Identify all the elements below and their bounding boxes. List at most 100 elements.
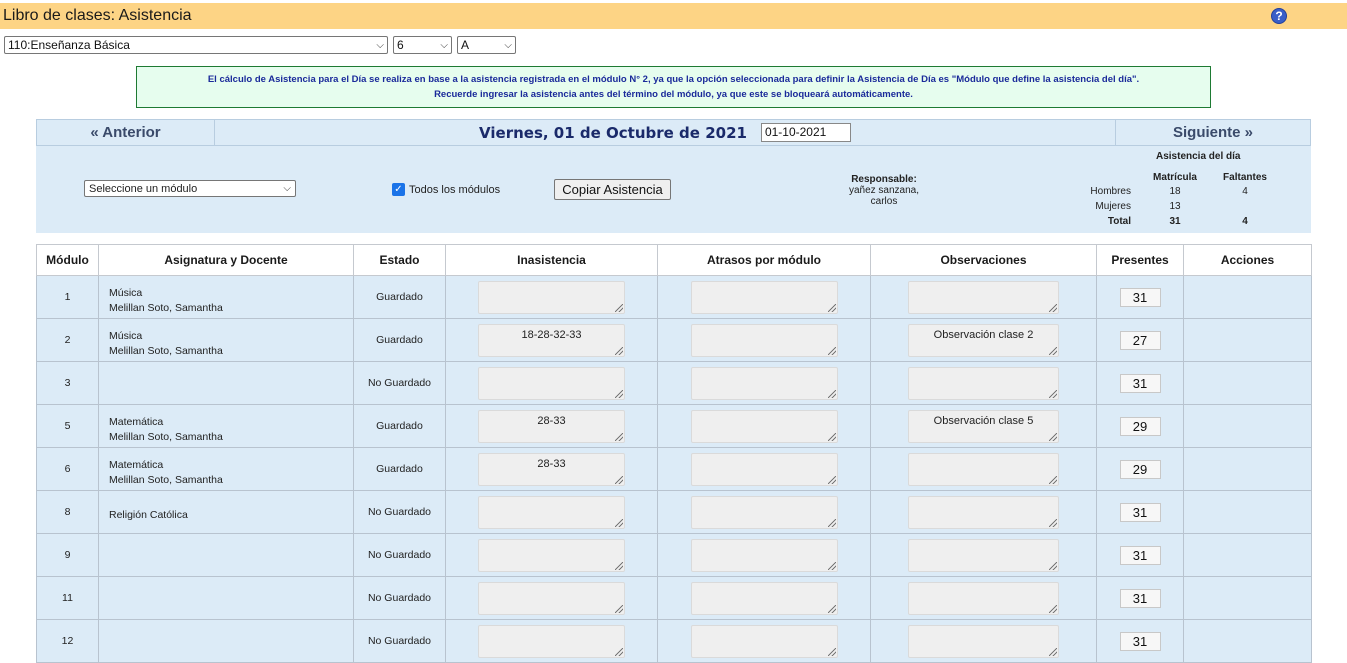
resize-grip-icon[interactable]	[1049, 346, 1057, 355]
status-cell: Guardado	[353, 275, 446, 319]
observations-cell	[870, 619, 1097, 663]
observations-textarea[interactable]	[908, 538, 1059, 572]
absences-textarea[interactable]	[478, 280, 625, 314]
delays-textarea[interactable]	[690, 366, 838, 400]
resize-grip-icon[interactable]	[1049, 432, 1057, 441]
next-day-button[interactable]: Siguiente »	[1115, 120, 1310, 145]
absences-textarea[interactable]: 28-33	[478, 409, 625, 443]
delays-textarea[interactable]	[690, 280, 838, 314]
resize-grip-icon[interactable]	[827, 604, 836, 613]
copy-attendance-button[interactable]: Copiar Asistencia	[554, 179, 671, 200]
delays-cell	[657, 404, 871, 448]
resize-grip-icon[interactable]	[827, 475, 836, 484]
resize-grip-icon[interactable]	[1049, 389, 1057, 398]
absences-textarea[interactable]: 28-33	[478, 452, 625, 486]
subject-name: Matemática	[109, 415, 164, 428]
actions-cell	[1183, 490, 1312, 534]
resize-grip-icon[interactable]	[615, 346, 623, 355]
resize-grip-icon[interactable]	[615, 561, 623, 570]
absences-value: 18-28-32-33	[521, 328, 582, 341]
resize-grip-icon[interactable]	[615, 303, 623, 312]
present-count: 31	[1119, 502, 1161, 522]
present-cell: 29	[1096, 447, 1184, 491]
table-row: 2 Música Melillan Soto, Samantha Guardado 18…	[36, 318, 1312, 362]
resize-grip-icon[interactable]	[615, 604, 623, 613]
delays-textarea[interactable]	[690, 538, 838, 572]
resize-grip-icon[interactable]	[827, 518, 836, 527]
summary-matricula: 31	[1169, 216, 1181, 227]
observations-textarea[interactable]: Observación clase 5	[908, 409, 1059, 443]
status-cell: No Guardado	[353, 576, 446, 620]
resize-grip-icon[interactable]	[827, 561, 836, 570]
delays-textarea[interactable]	[690, 452, 838, 486]
teacher-name: Melillan Soto, Samantha	[109, 473, 223, 486]
matricula-header: Matrícula	[1153, 172, 1197, 183]
table-row: 8 Religión Católica No Guardado 31	[36, 490, 1312, 534]
module-select[interactable]: Seleccione un módulo ⌵	[84, 180, 296, 197]
observations-textarea[interactable]	[908, 366, 1059, 400]
date-input[interactable]: 01-10-2021	[760, 123, 851, 142]
resize-grip-icon[interactable]	[827, 303, 836, 312]
delays-textarea[interactable]	[690, 581, 838, 615]
absences-textarea[interactable]	[478, 495, 625, 529]
delays-cell	[657, 447, 871, 491]
observations-textarea[interactable]	[908, 624, 1059, 658]
teacher-name: Melillan Soto, Samantha	[109, 430, 223, 443]
resize-grip-icon[interactable]	[615, 475, 623, 484]
level-select[interactable]: 6 ⌵	[393, 36, 452, 54]
absences-textarea[interactable]: 18-28-32-33	[478, 323, 625, 357]
status-cell: Guardado	[353, 318, 446, 362]
present-cell: 31	[1096, 490, 1184, 534]
column-header: Asignatura y Docente	[98, 244, 354, 276]
absences-textarea[interactable]	[478, 581, 625, 615]
absences-value: 28-33	[537, 457, 566, 470]
resize-grip-icon[interactable]	[827, 389, 836, 398]
absences-cell: 28-33	[445, 404, 658, 448]
subject-teacher-cell: Religión Católica	[98, 490, 354, 534]
teacher-name: Melillan Soto, Samantha	[109, 344, 223, 357]
delays-cell	[657, 490, 871, 534]
delays-textarea[interactable]	[690, 495, 838, 529]
all-modules-checkbox[interactable]: ✓	[392, 183, 405, 196]
observations-textarea[interactable]	[908, 280, 1059, 314]
summary-row-label: Hombres	[1090, 186, 1131, 197]
delays-textarea[interactable]	[690, 323, 838, 357]
observations-textarea[interactable]: Observación clase 2	[908, 323, 1059, 357]
summary-matricula: 18	[1169, 186, 1181, 197]
resize-grip-icon[interactable]	[615, 647, 623, 656]
course-select[interactable]: 110:Enseñanza Básica ⌵	[4, 36, 388, 54]
observations-textarea[interactable]	[908, 452, 1059, 486]
resize-grip-icon[interactable]	[1049, 475, 1057, 484]
resize-grip-icon[interactable]	[1049, 518, 1057, 527]
observations-textarea[interactable]	[908, 495, 1059, 529]
module-number: 8	[36, 490, 99, 534]
subject-name: Música	[109, 329, 143, 342]
resize-grip-icon[interactable]	[1049, 303, 1057, 312]
resize-grip-icon[interactable]	[615, 389, 623, 398]
resize-grip-icon[interactable]	[827, 432, 836, 441]
delays-cell	[657, 318, 871, 362]
delays-textarea[interactable]	[690, 624, 838, 658]
resize-grip-icon[interactable]	[827, 346, 836, 355]
resize-grip-icon[interactable]	[1049, 561, 1057, 570]
summary-row-label: Mujeres	[1095, 201, 1131, 212]
resize-grip-icon[interactable]	[615, 518, 623, 527]
subject-teacher-cell	[98, 619, 354, 663]
absences-textarea[interactable]	[478, 366, 625, 400]
help-icon[interactable]: ?	[1271, 8, 1287, 24]
resize-grip-icon[interactable]	[1049, 604, 1057, 613]
observations-cell: Observación clase 5	[870, 404, 1097, 448]
resize-grip-icon[interactable]	[827, 647, 836, 656]
status-cell: No Guardado	[353, 533, 446, 577]
absences-textarea[interactable]	[478, 538, 625, 572]
resize-grip-icon[interactable]	[1049, 647, 1057, 656]
observations-textarea[interactable]	[908, 581, 1059, 615]
letter-select[interactable]: A ⌵	[457, 36, 516, 54]
absences-textarea[interactable]	[478, 624, 625, 658]
module-number: 1	[36, 275, 99, 319]
chevron-down-icon: ⌵	[504, 39, 512, 51]
resize-grip-icon[interactable]	[615, 432, 623, 441]
delays-textarea[interactable]	[690, 409, 838, 443]
subject-name: Música	[109, 286, 143, 299]
previous-day-button[interactable]: « Anterior	[37, 120, 215, 145]
